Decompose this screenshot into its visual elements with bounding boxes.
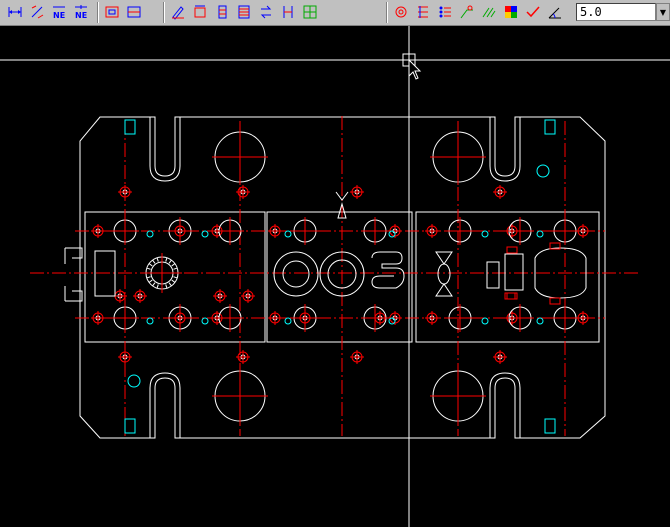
leader-line-icon: [460, 5, 473, 19]
locator-mark: [127, 374, 141, 388]
pilot-dot: [388, 230, 396, 238]
gear-tooth: [168, 259, 172, 264]
gear-tooth: [171, 263, 176, 267]
scale-input[interactable]: [576, 3, 656, 21]
dim-baseline-ne-icon: NE: [53, 6, 65, 20]
pilot-dot: [146, 317, 154, 325]
frame-fit-button[interactable]: [125, 3, 143, 21]
pilot-dot: [284, 317, 292, 325]
dim-continue-ne-button[interactable]: NE: [72, 3, 90, 21]
dim-parallel-icon: [194, 5, 206, 18]
triangle-punch: [435, 283, 453, 297]
hole-table-button[interactable]: [414, 3, 432, 21]
dim-horizontal-button[interactable]: [6, 3, 24, 21]
gear-tooth: [165, 257, 168, 262]
gear-tooth: [156, 257, 159, 262]
gear-tooth: [148, 279, 153, 283]
angle-tool-icon: [548, 7, 561, 19]
pilot-dot: [536, 317, 544, 325]
pilot-dot: [536, 230, 544, 238]
pilot-dot: [201, 317, 209, 325]
rect-punch: [486, 261, 500, 289]
dim-parallel-button[interactable]: [191, 3, 209, 21]
multi-leader-icon: [482, 7, 496, 18]
check-mark-icon: [526, 6, 540, 18]
gear-tooth: [168, 282, 172, 287]
pilot-dot: [388, 317, 396, 325]
hole-pattern-button[interactable]: [392, 3, 410, 21]
dim-aligned-button[interactable]: [28, 3, 46, 21]
hole-list-icon: [439, 6, 451, 18]
angle-tool-button[interactable]: [546, 3, 564, 21]
connector-punch: [504, 253, 524, 291]
svg-text:NE: NE: [75, 11, 87, 20]
dim-swap-button[interactable]: [257, 3, 275, 21]
toolbar-separator: [97, 2, 99, 23]
corner-stop: [544, 119, 556, 135]
slot-punch: [371, 251, 405, 289]
locator-mark: [536, 164, 550, 178]
gear-tooth: [165, 284, 168, 289]
gear-tooth: [173, 276, 178, 279]
pilot-dot: [146, 230, 154, 238]
text-edit-icon: [172, 6, 184, 20]
frame-fit-icon: [127, 6, 141, 18]
dim-stack-button[interactable]: [235, 3, 253, 21]
pilot-dot: [201, 230, 209, 238]
dim-continue-ne-icon: NE: [75, 5, 87, 20]
triangle-punch: [435, 251, 453, 265]
dim-horizontal-icon: [8, 7, 22, 17]
hole-list-button[interactable]: [436, 3, 454, 21]
corner-stop: [544, 418, 556, 434]
dim-array-icon: [303, 5, 317, 19]
dim-swap-icon: [260, 5, 272, 19]
small-slot: [549, 297, 561, 305]
cad-toolbar: NE NE: [0, 0, 670, 26]
multi-leader-button[interactable]: [480, 3, 498, 21]
dim-stack-vertical-button[interactable]: [213, 3, 231, 21]
gear-tooth: [152, 259, 156, 264]
feeder-top: [64, 247, 83, 264]
gear-tooth: [152, 282, 156, 287]
gear-tooth: [173, 267, 178, 270]
dim-aligned-icon: [31, 5, 44, 19]
scale-dropdown-button[interactable]: ▼: [656, 3, 670, 21]
dim-baseline-ne-button[interactable]: NE: [50, 3, 68, 21]
dim-double-icon: [283, 6, 293, 18]
feeder-bottom: [64, 286, 83, 302]
chevron-down-icon: ▼: [659, 7, 667, 17]
pilot-dot: [481, 230, 489, 238]
gear-tooth: [171, 279, 176, 283]
gear-tooth: [146, 276, 151, 279]
pilot-dot: [481, 317, 489, 325]
corner-stop: [124, 418, 136, 434]
hole-pattern-icon: [395, 6, 407, 18]
ring-punch-inner: [282, 260, 310, 288]
color-table-button[interactable]: [502, 3, 520, 21]
gear-tooth: [146, 267, 151, 270]
toolbar-separator: [386, 2, 388, 23]
color-table-icon: [505, 6, 517, 18]
dim-double-button[interactable]: [279, 3, 297, 21]
drawing-canvas[interactable]: [0, 26, 670, 527]
dim-stack-icon: [238, 5, 250, 19]
check-mark-button[interactable]: [524, 3, 542, 21]
ring-punch-outer: [273, 251, 319, 297]
small-slot: [506, 246, 518, 254]
oval-punch: [437, 263, 451, 285]
corner-stop: [124, 119, 136, 135]
gear-tooth: [156, 284, 159, 289]
svg-text:NE: NE: [53, 11, 65, 20]
dim-stack-vertical-icon: [218, 5, 227, 19]
toolbar-separator: [163, 2, 165, 23]
dim-array-button[interactable]: [301, 3, 319, 21]
leader-line-button[interactable]: [458, 3, 476, 21]
gear-tooth: [148, 263, 153, 267]
hole-table-icon: [418, 6, 428, 18]
frame-box-icon: [105, 6, 119, 18]
pilot-dot: [284, 230, 292, 238]
frame-box-button[interactable]: [103, 3, 121, 21]
text-edit-button[interactable]: [169, 3, 187, 21]
